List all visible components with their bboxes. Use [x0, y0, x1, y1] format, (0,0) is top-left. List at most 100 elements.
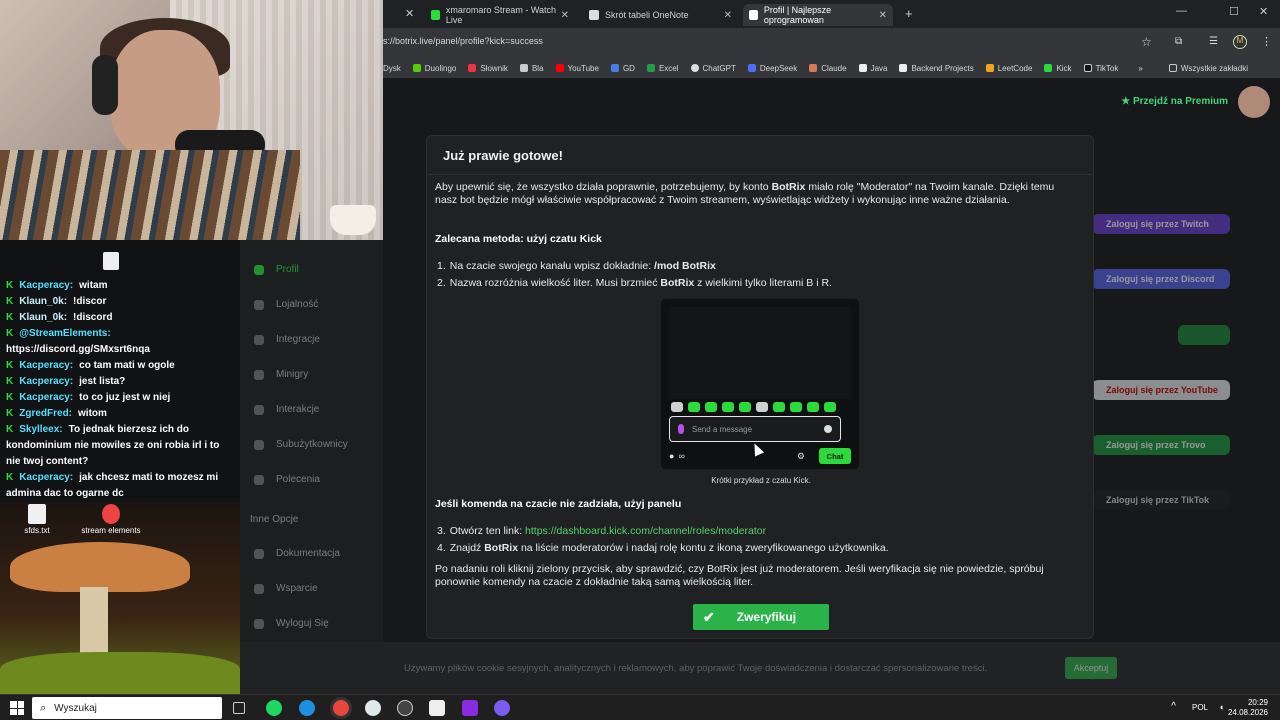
more-bookmarks-icon[interactable]: » — [1138, 64, 1142, 73]
tab-onenote[interactable]: Skrót tabeli OneNote ✕ — [583, 4, 738, 26]
spotify-icon[interactable] — [266, 700, 282, 716]
folder-icon — [1168, 64, 1177, 72]
bookmark-kick[interactable]: Kick — [1044, 64, 1072, 73]
sidebar-item-polecenia[interactable]: Polecenia — [254, 474, 320, 485]
emote-icon — [790, 402, 802, 412]
claude-icon — [809, 64, 818, 72]
volume-icon[interactable]: ◖ — [1219, 702, 1224, 712]
bookmark-duolingo[interactable]: Duolingo — [412, 64, 456, 73]
close-icon[interactable]: ✕ — [561, 10, 569, 21]
notion-icon — [899, 64, 908, 72]
new-tab-icon[interactable]: + — [905, 6, 913, 21]
chrome-icon[interactable] — [333, 700, 349, 716]
bookmark-backend-projects[interactable]: Backend Projects — [899, 64, 974, 73]
users-icon: ● — [669, 451, 675, 461]
message-input[interactable]: Send a message — [669, 416, 841, 442]
bookmark-youtube[interactable]: YouTube — [555, 64, 599, 73]
sidebar-item-subuzytkownicy[interactable]: Subużytkownicy — [254, 439, 348, 450]
extensions-icon[interactable]: ⧉ — [1175, 36, 1182, 47]
clock[interactable]: 20:29 24.08.2026 — [1228, 698, 1268, 718]
star-icon[interactable]: ☆ — [1141, 35, 1152, 49]
trophy-icon — [254, 299, 264, 310]
edge-icon[interactable] — [299, 700, 315, 716]
emoji-icon[interactable] — [824, 425, 832, 433]
windows-start-icon[interactable] — [10, 701, 24, 715]
cookie-banner: Używamy plików cookie sesyjnych, anality… — [240, 642, 1280, 694]
text-file-icon — [28, 504, 46, 524]
bookmark-claude[interactable]: Claude — [809, 64, 847, 73]
accept-cookies-button[interactable]: Akceptuj — [1065, 657, 1117, 679]
bookmark-slownik[interactable]: Słownik — [468, 64, 508, 73]
app-icon[interactable] — [365, 700, 381, 716]
login-youtube-button[interactable]: Zaloguj się przez YouTube — [1092, 380, 1230, 400]
moderator-roles-link[interactable]: https://dashboard.kick.com/channel/roles… — [525, 525, 766, 537]
onenote-icon[interactable] — [462, 700, 478, 716]
doc-icon — [254, 548, 264, 559]
settings-icon[interactable]: ⚙ — [797, 451, 805, 462]
emote-icon — [739, 402, 751, 412]
bookmark-java[interactable]: Java — [858, 64, 887, 73]
sidebar-item-minigry[interactable]: Minigry — [254, 369, 308, 380]
profile-avatar-icon[interactable]: M — [1233, 35, 1247, 49]
taskbar-search[interactable]: ⌕ Wyszukaj — [32, 697, 222, 719]
premium-link[interactable]: ★ Przejdź na Premium — [1121, 96, 1228, 107]
close-tab-icon[interactable]: ✕ — [405, 7, 414, 20]
bookmark-dysk[interactable]: Dysk — [383, 64, 401, 73]
sidebar-item-wyloguj[interactable]: Wyloguj Się — [254, 618, 329, 629]
tab-stream[interactable]: xmaromaro Stream - Watch Live ✕ — [425, 4, 575, 26]
login-discord-button[interactable]: Zaloguj się przez Discord — [1092, 269, 1230, 289]
url-field[interactable]: s://botrix.live/panel/profile?kick=succe… — [383, 36, 543, 46]
intro-text: Aby upewnić się, że wszystko działa popr… — [435, 181, 1055, 193]
minimize-icon[interactable]: — — [1176, 5, 1187, 17]
sidebar-item-profil[interactable]: Profil — [254, 264, 299, 275]
modal-title: Już prawie gotowe! — [443, 148, 563, 163]
bookmark-leetcode[interactable]: LeetCode — [985, 64, 1032, 73]
app-mask-icon[interactable] — [429, 700, 445, 716]
maximize-icon[interactable]: ☐ — [1229, 5, 1239, 18]
bookmark-deepseek[interactable]: DeepSeek — [747, 64, 797, 73]
tab-botrix[interactable]: Profil | Najlepsze oprogramowan ✕ — [743, 4, 893, 26]
chat-area — [669, 307, 851, 399]
chat-message: K Kacperacy: to co juz jest w niej — [6, 392, 171, 403]
sidebar-item-wsparcie[interactable]: Wsparcie — [254, 583, 318, 594]
cookie-text: Używamy plików cookie sesyjnych, anality… — [404, 663, 988, 674]
obs-icon[interactable] — [397, 700, 413, 716]
profile-icon — [254, 264, 264, 275]
close-window-icon[interactable]: ✕ — [1259, 5, 1268, 18]
sidebar-item-lojalnosc[interactable]: Lojalność — [254, 299, 318, 310]
desktop-icon-sfds[interactable]: sfds.txt — [2, 504, 72, 535]
media-icon[interactable]: ☰ — [1209, 36, 1218, 47]
bookmark-excel[interactable]: Excel — [646, 64, 679, 73]
leetcode-icon — [985, 64, 994, 72]
file-icon — [103, 252, 119, 270]
chat-app-icon[interactable] — [494, 700, 510, 716]
close-icon[interactable]: ✕ — [724, 10, 732, 21]
desktop-icon-stream-elements[interactable]: stream elements — [76, 504, 146, 535]
sidebar-item-dokumentacja[interactable]: Dokumentacja — [254, 548, 340, 559]
bookmark-chatgpt[interactable]: ChatGPT — [690, 64, 736, 73]
login-tiktok-button[interactable]: Zaloguj się przez TikTok — [1092, 490, 1230, 510]
close-icon[interactable]: ✕ — [879, 10, 887, 21]
chrome-icon — [102, 504, 120, 524]
sidebar-item-integracje[interactable]: Integracje — [254, 334, 320, 345]
bookmark-gd[interactable]: GD — [610, 64, 635, 73]
music-icon — [254, 404, 264, 415]
tray-chevron-icon[interactable]: ^ — [1171, 701, 1176, 712]
chat-send-button[interactable]: Chat — [819, 448, 851, 464]
gamepad-icon — [254, 369, 264, 380]
tiktok-icon — [1083, 64, 1092, 72]
login-trovo-button[interactable]: Zaloguj się przez Trovo — [1092, 435, 1230, 455]
moss — [0, 652, 240, 694]
verify-button[interactable]: ✔ Zweryfikuj — [693, 604, 829, 630]
all-bookmarks[interactable]: Wszystkie zakładki — [1168, 64, 1248, 73]
bookmark-bla[interactable]: Bla — [519, 64, 544, 73]
chat-message: K @StreamElements: https://discord.gg/SMxs… — [6, 328, 150, 355]
language-indicator[interactable]: POL — [1192, 703, 1208, 712]
user-avatar[interactable] — [1238, 86, 1270, 118]
login-twitch-button[interactable]: Zaloguj się przez Twitch — [1092, 214, 1230, 234]
task-view-icon[interactable] — [233, 702, 245, 714]
bookmark-tiktok[interactable]: TikTok — [1083, 64, 1118, 73]
sidebar-item-interakcje[interactable]: Interakcje — [254, 404, 319, 415]
menu-icon[interactable]: ⋮ — [1261, 35, 1272, 48]
emote-icon — [722, 402, 734, 412]
